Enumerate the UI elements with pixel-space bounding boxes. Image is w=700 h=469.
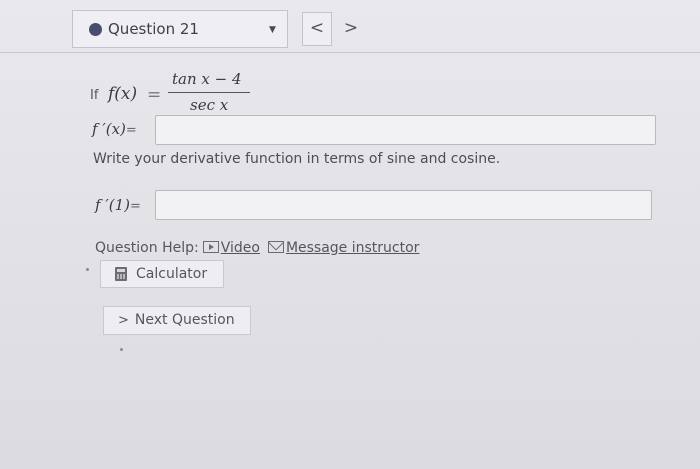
question-help: Question Help: Video Message instructor: [95, 240, 419, 256]
if-label: If: [90, 88, 99, 103]
fraction-denominator: sec x: [190, 96, 229, 114]
mail-icon: [267, 241, 284, 253]
caret-down-icon: ▼: [269, 25, 276, 35]
bullet-dot: [86, 268, 89, 271]
header-divider: [0, 52, 700, 53]
fraction-bar: [168, 92, 250, 93]
calculator-icon: [115, 267, 127, 281]
question-selector[interactable]: Question 21 ▼: [72, 10, 288, 48]
function-lhs: f(x): [108, 84, 138, 104]
question-help-label: Question Help:: [95, 240, 199, 256]
derivative-label-text: f ′(x): [92, 120, 126, 138]
instruction-text: Write your derivative function in terms …: [93, 151, 501, 167]
next-question-arrow-button[interactable]: >: [336, 12, 366, 46]
previous-question-button[interactable]: <: [302, 12, 332, 46]
calculator-button[interactable]: Calculator: [100, 260, 224, 288]
question-selector-label: Question 21: [108, 20, 199, 38]
question-status-dot-icon: [89, 23, 102, 36]
derivative-answer-input[interactable]: [155, 115, 656, 145]
derivative-equals: =: [125, 123, 137, 138]
derivative-at-one-label-text: f ′(1): [95, 196, 130, 214]
message-instructor-link[interactable]: Message instructor: [286, 240, 420, 256]
chevron-right-icon: >: [118, 313, 129, 328]
next-question-label: Next Question: [134, 312, 235, 328]
derivative-at-one-equals: =: [129, 199, 141, 214]
derivative-at-one-answer-input[interactable]: [155, 190, 652, 220]
bullet-dot: [120, 348, 123, 351]
next-question-button[interactable]: > Next Question: [103, 306, 251, 335]
derivative-at-one-label: f ′(1)=: [95, 196, 141, 214]
fraction-numerator: tan x − 4: [172, 70, 242, 88]
derivative-label: f ′(x)=: [92, 120, 137, 138]
calculator-label: Calculator: [136, 266, 208, 282]
video-link[interactable]: Video: [221, 240, 260, 256]
function-equals: =: [147, 85, 162, 105]
video-icon: [202, 241, 219, 253]
